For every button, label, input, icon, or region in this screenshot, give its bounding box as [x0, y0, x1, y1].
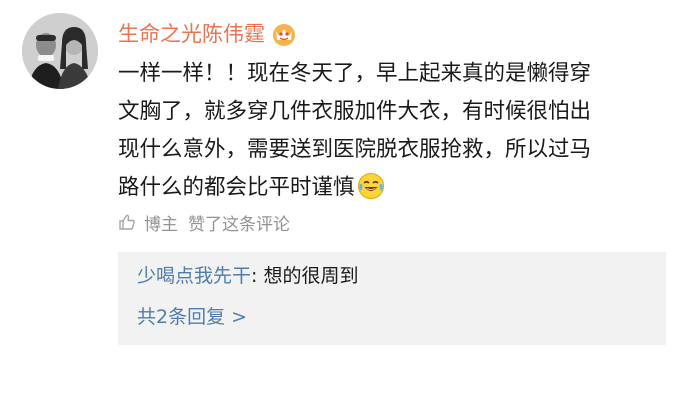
comment-text-line: 路什么的都会比平时谨慎: [118, 175, 355, 200]
view-all-replies-link[interactable]: 共2条回复 >: [137, 302, 247, 332]
thumb-up-icon: [118, 213, 136, 231]
laughing-tears-emoji-icon: [357, 172, 385, 200]
reply-content: 想的很周到: [257, 265, 359, 287]
avatar-photo: [22, 13, 98, 89]
comment-text-line: 一样一样！！现在冬天了，早上起来真的是懒得穿: [118, 61, 592, 86]
avatar[interactable]: [22, 13, 98, 89]
like-text: 赞了这条评论: [188, 214, 290, 235]
comment-header: 生命之光陈伟霆: [118, 17, 298, 51]
comment-text-line: 文胸了，就多穿几件衣服加件大衣，有时候很怕出: [118, 99, 592, 124]
comment-text-line-last: 路什么的都会比平时谨慎: [118, 169, 678, 207]
comment-body: 一样一样！！现在冬天了，早上起来真的是懒得穿 文胸了，就多穿几件衣服加件大衣，有…: [118, 55, 678, 207]
author-name-link[interactable]: 生命之光陈伟霆: [118, 17, 265, 51]
reply-user-link[interactable]: 少喝点我先干: [137, 265, 251, 287]
comment-text-line: 现什么意外，需要送到医院脱衣服抢救，所以过马: [118, 137, 592, 162]
author-like-row: 博主 赞了这条评论: [118, 207, 290, 237]
reply-item: 少喝点我先干: 想的很周到: [137, 261, 358, 291]
vip-crown-badge-icon[interactable]: [270, 20, 298, 48]
like-author-label: 博主: [144, 214, 178, 235]
reply-preview-box: 少喝点我先干: 想的很周到 共2条回复 >: [118, 252, 666, 345]
